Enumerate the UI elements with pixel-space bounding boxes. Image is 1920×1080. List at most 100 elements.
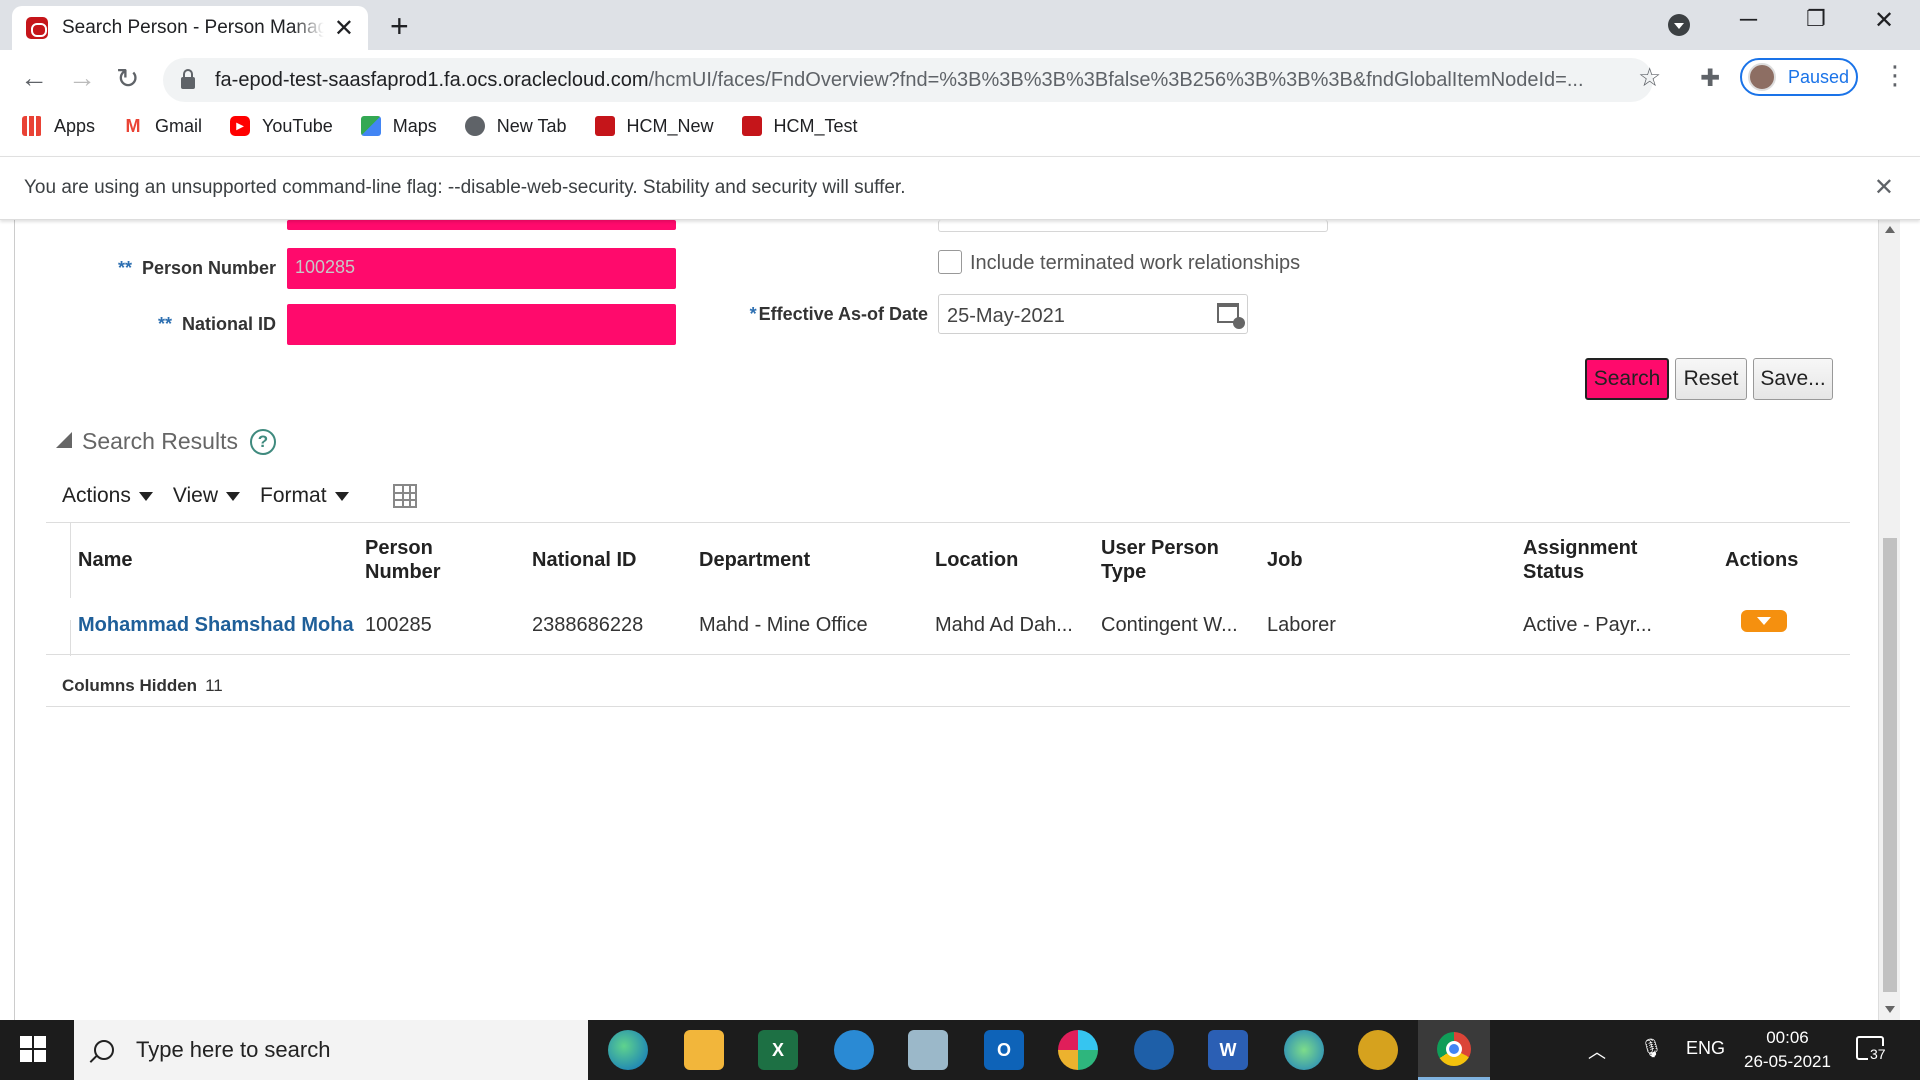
excel-icon[interactable]: X: [758, 1030, 798, 1070]
outlook-icon[interactable]: O: [984, 1030, 1024, 1070]
cell-assignment-status: Active - Payr...: [1523, 614, 1652, 636]
menu-label: Actions: [62, 484, 131, 507]
divider: [46, 654, 1850, 655]
language-indicator[interactable]: ENG: [1686, 1038, 1725, 1059]
include-terminated-checkbox[interactable]: [938, 250, 962, 274]
include-terminated-label: Include terminated work relationships: [970, 252, 1301, 274]
slack-icon[interactable]: [1058, 1030, 1098, 1070]
column-header-department[interactable]: Department: [699, 548, 810, 572]
format-menu[interactable]: Format: [260, 484, 349, 508]
show-hidden-icons[interactable]: ︿: [1588, 1038, 1606, 1064]
globe-icon: [464, 116, 485, 136]
browser-menu-icon[interactable]: ⋮: [1882, 60, 1908, 91]
column-header-location[interactable]: Location: [935, 548, 1018, 572]
freeze-columns-icon[interactable]: [392, 484, 417, 508]
column-header-assignment-status[interactable]: Assignment Status: [1523, 536, 1637, 584]
taskbar-search-box[interactable]: Type here to search: [74, 1020, 588, 1080]
results-toolbar: Actions View Format: [62, 484, 417, 508]
forward-icon[interactable]: →: [68, 62, 96, 94]
bookmark-new-tab[interactable]: New Tab: [464, 115, 567, 137]
tab-close-icon[interactable]: ✕: [334, 14, 354, 43]
cell-user-person-type: Contingent W...: [1101, 614, 1238, 636]
browser-tab[interactable]: Search Person - Person Management ✕: [12, 6, 368, 50]
name-field-partial[interactable]: [287, 220, 676, 230]
divider: [46, 706, 1850, 707]
search-icon: [94, 1040, 114, 1060]
app-icon[interactable]: [1358, 1030, 1398, 1070]
address-bar[interactable]: fa-epod-test-saasfaprod1.fa.ocs.oraclecl…: [163, 58, 1653, 102]
page-left-border: [14, 220, 15, 1020]
restore-icon[interactable]: ❐: [1806, 6, 1826, 32]
chevron-down-icon: [334, 491, 349, 501]
bookmark-label: Apps: [54, 115, 96, 136]
column-header-national-id[interactable]: National ID: [532, 548, 636, 572]
bookmark-label: New Tab: [496, 115, 567, 136]
column-header-actions: Actions: [1725, 549, 1799, 571]
column-header-name[interactable]: Name: [78, 548, 132, 572]
notification-center-icon[interactable]: 37: [1856, 1036, 1888, 1062]
column-header-person-number[interactable]: Person Number: [365, 536, 441, 584]
back-icon[interactable]: ←: [20, 62, 48, 94]
effective-date-input[interactable]: 25-May-2021: [938, 294, 1248, 334]
column-header-user-person-type[interactable]: User Person Type: [1101, 536, 1219, 584]
bookmark-gmail[interactable]: M Gmail: [123, 116, 203, 137]
url-host: fa-epod-test-saasfaprod1.fa.ocs.oraclecl…: [215, 68, 649, 91]
bookmark-star-icon[interactable]: ☆: [1638, 62, 1661, 93]
oracle-icon: [741, 116, 762, 136]
microphone-icon[interactable]: 🎙: [1640, 1038, 1663, 1059]
person-number-label: ** Person Number: [100, 258, 276, 279]
profile-button[interactable]: Paused: [1740, 58, 1858, 96]
minimize-icon[interactable]: ─: [1740, 6, 1757, 34]
windows-start-icon[interactable]: [20, 1036, 46, 1062]
save-button[interactable]: Save...: [1753, 358, 1833, 400]
label-text: National ID: [181, 314, 276, 334]
scroll-down-icon[interactable]: [1885, 1006, 1895, 1013]
calendar-icon[interactable]: [1217, 303, 1245, 329]
keyword-field-partial[interactable]: [938, 220, 1328, 232]
header-line: Assignment: [1523, 537, 1638, 559]
help-icon[interactable]: ?: [249, 428, 276, 455]
column-header-job[interactable]: Job: [1267, 548, 1303, 572]
header-line: Number: [365, 561, 441, 583]
bookmark-hcm-new[interactable]: HCM_New: [594, 116, 714, 137]
chrome-taskbar-button[interactable]: [1418, 1020, 1490, 1080]
collapse-triangle-icon[interactable]: [56, 431, 72, 448]
menu-label: View: [172, 484, 219, 507]
maps-icon: [360, 116, 381, 136]
infobar-close-icon[interactable]: ✕: [1874, 173, 1894, 202]
notes-icon[interactable]: [908, 1030, 948, 1070]
label-text: Effective As-of Date: [758, 304, 928, 324]
divider: [70, 522, 71, 598]
menu-label: Format: [260, 484, 327, 507]
extensions-icon[interactable]: ✚: [1700, 64, 1720, 93]
lock-icon: [181, 69, 195, 89]
search-button[interactable]: Search: [1585, 358, 1669, 400]
system-clock[interactable]: 00:06 26-05-2021: [1744, 1026, 1831, 1074]
bookmark-maps[interactable]: Maps: [360, 116, 437, 137]
bookmark-youtube[interactable]: ▶ YouTube: [230, 116, 333, 137]
view-menu[interactable]: View: [172, 484, 241, 508]
app-icon[interactable]: [1134, 1030, 1174, 1070]
person-number-input[interactable]: 100285: [287, 248, 676, 289]
app-icon[interactable]: [1284, 1030, 1324, 1070]
bookmark-hcm-test[interactable]: HCM_Test: [741, 116, 858, 137]
search-results-header[interactable]: Search Results ?: [56, 428, 276, 455]
page-scrollbar[interactable]: [1878, 220, 1900, 1020]
actions-menu[interactable]: Actions: [62, 484, 153, 508]
scrollbar-thumb[interactable]: [1883, 538, 1897, 992]
national-id-input[interactable]: [287, 304, 676, 345]
person-name-link[interactable]: Mohammad Shamshad Moha: [78, 614, 358, 637]
scroll-up-icon[interactable]: [1885, 226, 1895, 233]
new-tab-button[interactable]: +: [390, 8, 409, 45]
file-explorer-icon[interactable]: [684, 1030, 724, 1070]
reload-icon[interactable]: ↻: [116, 62, 139, 95]
window-close-icon[interactable]: ✕: [1874, 6, 1894, 35]
tab-search-icon[interactable]: [1668, 14, 1690, 36]
reset-button[interactable]: Reset: [1675, 358, 1747, 400]
word-icon[interactable]: W: [1208, 1030, 1248, 1070]
app-icon[interactable]: [834, 1030, 874, 1070]
row-actions-button[interactable]: [1741, 610, 1787, 632]
bookmark-apps[interactable]: Apps: [22, 116, 95, 137]
edge-icon[interactable]: [608, 1030, 648, 1070]
header-line: User Person: [1101, 537, 1219, 559]
